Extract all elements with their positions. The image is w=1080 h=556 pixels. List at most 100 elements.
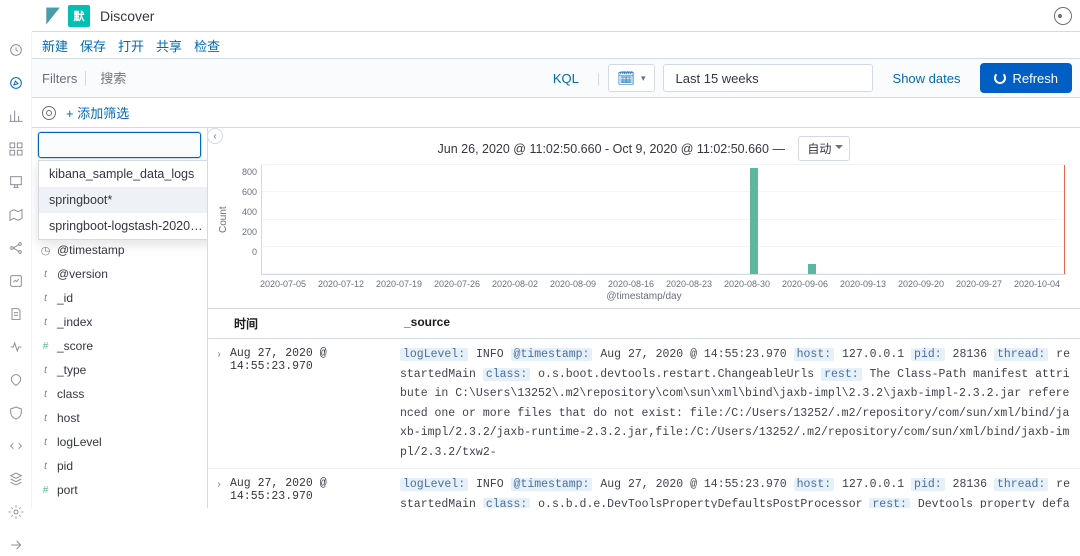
field-item[interactable]: trest — [32, 502, 207, 508]
histogram-range-text: Jun 26, 2020 @ 11:02:50.660 - Oct 9, 202… — [438, 142, 769, 156]
col-time-header[interactable]: 时间 — [230, 309, 400, 338]
index-pattern-option[interactable]: kibana_sample_data_logs — [39, 161, 208, 187]
page-title: Discover — [100, 8, 154, 24]
kv-key: logLevel: — [400, 478, 468, 491]
chevron-down-icon: ▾ — [641, 73, 646, 84]
filter-settings-icon[interactable] — [42, 106, 56, 120]
query-bar: Filters KQL | 🗓 ▾ Last 15 weeks Show dat… — [32, 58, 1080, 98]
chart-bar[interactable] — [750, 168, 758, 274]
field-name: class — [57, 387, 84, 401]
field-name: _index — [57, 315, 92, 329]
nav-canvas-icon[interactable] — [8, 174, 24, 193]
menu-open[interactable]: 打开 — [118, 36, 144, 55]
field-item[interactable]: tlogLevel — [32, 430, 207, 454]
chart-xlabel: @timestamp/day — [208, 289, 1080, 308]
field-item[interactable]: tpid — [32, 454, 207, 478]
refresh-button[interactable]: Refresh — [980, 63, 1072, 93]
expand-row-icon[interactable]: › — [208, 475, 230, 508]
kv-key: thread: — [994, 348, 1048, 361]
date-quick-button[interactable]: 🗓 ▾ — [608, 64, 654, 92]
app-menu: 新建 保存 打开 共享 检查 — [32, 32, 1080, 58]
kv-value: o.s.b.d.e.DevToolsPropertyDefaultsPostPr… — [531, 498, 869, 508]
field-type-icon: # — [40, 485, 51, 496]
field-type-icon: t — [40, 365, 51, 376]
field-type-icon: t — [40, 461, 51, 472]
nav-visualize-icon[interactable] — [8, 108, 24, 127]
chart-bar[interactable] — [808, 264, 816, 274]
nav-stack-icon[interactable] — [8, 471, 24, 490]
nav-logs-icon[interactable] — [8, 306, 24, 325]
search-input[interactable] — [94, 67, 534, 90]
nav-uptime-icon[interactable] — [8, 372, 24, 391]
index-pattern-option[interactable]: springboot* — [39, 187, 208, 213]
interval-select[interactable]: 自动 — [798, 136, 850, 161]
field-type-icon: # — [40, 341, 51, 352]
field-name: logLevel — [57, 435, 102, 449]
kv-key: host: — [794, 478, 835, 491]
field-name: @version — [57, 267, 108, 281]
field-type-icon: t — [40, 413, 51, 424]
kv-key: thread: — [994, 478, 1048, 491]
col-source-header[interactable]: _source — [400, 309, 1080, 338]
kibana-logo-icon[interactable] — [42, 5, 64, 27]
chart-plot-area[interactable] — [261, 165, 1066, 275]
table-row[interactable]: ›Aug 27, 2020 @ 14:55:23.970logLevel: IN… — [208, 469, 1080, 508]
main-area: kibana_sample_data_logsspringboot*spring… — [32, 128, 1080, 508]
nav-ml-icon[interactable] — [8, 240, 24, 259]
menu-share[interactable]: 共享 — [156, 36, 182, 55]
kv-key: pid: — [911, 478, 945, 491]
kv-value: 127.0.0.1 — [835, 478, 911, 491]
nav-mgmt-icon[interactable] — [8, 504, 24, 523]
nav-dev-icon[interactable] — [8, 438, 24, 457]
field-name: _score — [57, 339, 93, 353]
add-filter-link[interactable]: + 添加筛选 — [66, 103, 129, 122]
nav-apm-icon[interactable] — [8, 339, 24, 358]
menu-inspect[interactable]: 检查 — [194, 36, 220, 55]
nav-dashboard-icon[interactable] — [8, 141, 24, 160]
nav-discover-icon[interactable] — [8, 75, 24, 94]
kv-key: rest: — [869, 498, 910, 508]
kql-toggle[interactable]: KQL — [543, 71, 589, 86]
results-table-header: 时间 _source — [208, 308, 1080, 339]
field-item[interactable]: t _id — [32, 286, 207, 310]
space-selector[interactable]: 默 — [68, 5, 90, 27]
table-row[interactable]: › Aug 27, 2020 @ 14:55:23.970logLevel: IN… — [208, 339, 1080, 469]
side-nav-rail — [0, 32, 32, 508]
field-item[interactable]: t @version — [32, 262, 207, 286]
kv-value: 28136 — [946, 348, 994, 361]
field-name: pid — [57, 459, 73, 473]
kv-value: 127.0.0.1 — [835, 348, 911, 361]
field-item[interactable]: thost — [32, 406, 207, 430]
nav-metrics-icon[interactable] — [8, 273, 24, 292]
field-item[interactable]: # _score — [32, 334, 207, 358]
show-dates-link[interactable]: Show dates — [881, 71, 973, 86]
nav-siem-icon[interactable] — [8, 405, 24, 424]
row-source: logLevel: INFO @timestamp: Aug 27, 2020 … — [400, 345, 1080, 462]
field-item[interactable]: #port — [32, 478, 207, 502]
index-pattern-input[interactable] — [38, 132, 201, 158]
newsfeed-icon[interactable] — [1054, 7, 1072, 25]
kv-value: Aug 27, 2020 @ 14:55:23.970 — [593, 348, 793, 361]
field-type-icon: t — [40, 317, 51, 328]
field-item[interactable]: t _index — [32, 310, 207, 334]
field-item[interactable]: tclass — [32, 382, 207, 406]
field-type-icon: t — [40, 269, 51, 280]
index-pattern-option[interactable]: springboot-logstash-2020.08.27 — [39, 213, 208, 239]
expand-row-icon[interactable]: › — [208, 345, 230, 462]
nav-recent-icon[interactable] — [8, 42, 24, 61]
field-type-icon: t — [40, 293, 51, 304]
field-item[interactable]: ◷@timestamp — [32, 238, 207, 262]
nav-collapse-icon[interactable] — [8, 537, 24, 556]
field-type-icon: t — [40, 389, 51, 400]
nav-maps-icon[interactable] — [8, 207, 24, 226]
filters-label[interactable]: Filters — [42, 71, 86, 86]
menu-new[interactable]: 新建 — [42, 36, 68, 55]
menu-save[interactable]: 保存 — [80, 36, 106, 55]
calendar-icon: 🗓 — [617, 70, 635, 87]
index-pattern-dropdown: kibana_sample_data_logsspringboot*spring… — [38, 160, 208, 240]
field-name: _id — [57, 291, 73, 305]
chart-ylabel: Count — [216, 165, 231, 275]
top-header: 默 Discover — [32, 0, 1080, 32]
field-item[interactable]: t_type — [32, 358, 207, 382]
date-range-input[interactable]: Last 15 weeks — [663, 64, 873, 92]
